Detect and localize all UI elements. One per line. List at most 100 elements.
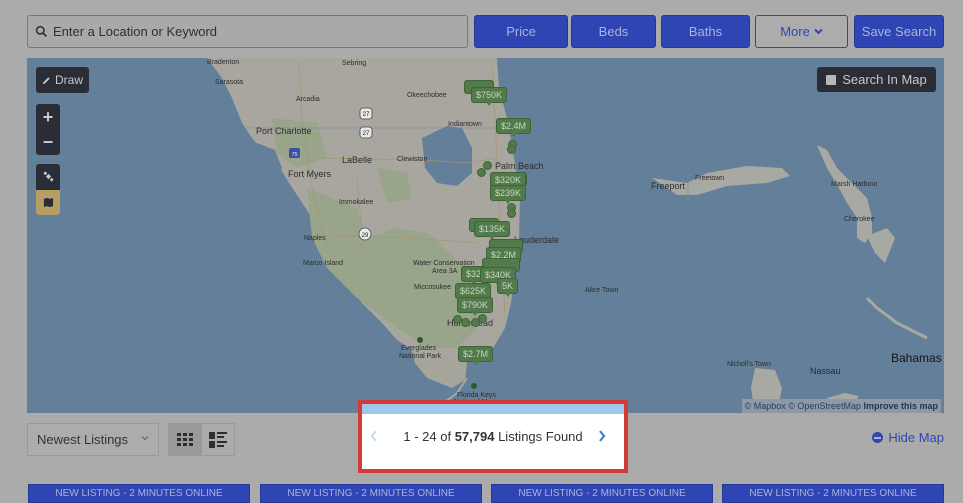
place-label: Bahamas: [891, 351, 942, 365]
search-input[interactable]: [53, 24, 453, 39]
listing-marker[interactable]: [507, 209, 516, 218]
view-toggle: [168, 423, 235, 456]
results-suffix: Listings Found: [498, 429, 583, 444]
price-pin[interactable]: $239K: [490, 185, 527, 204]
place-label: Florida Keys: [457, 392, 496, 399]
place-label: Freetown: [695, 175, 725, 182]
place-label: Area 3A: [432, 268, 458, 275]
place-label: Alice Town: [585, 287, 619, 294]
place-label: Bradenton: [207, 59, 240, 66]
svg-text:75: 75: [291, 152, 297, 158]
more-filters-button[interactable]: More: [755, 15, 848, 48]
hide-map-button[interactable]: Hide Map: [872, 430, 944, 445]
next-page-icon[interactable]: [598, 430, 606, 442]
svg-text:27: 27: [363, 112, 370, 118]
place-label: Freeport: [651, 181, 686, 191]
sort-select[interactable]: Newest Listings: [27, 423, 159, 456]
chevron-down-icon: [814, 28, 823, 35]
route-shield: 27: [359, 126, 373, 139]
listing-marker[interactable]: [477, 168, 486, 177]
draw-label: Draw: [54, 73, 83, 87]
mapbox-link[interactable]: © Mapbox: [745, 401, 786, 411]
place-label: Immokalee: [339, 199, 374, 206]
listing-badge: NEW LISTING - 2 MINUTES ONLINE: [28, 484, 250, 503]
route-shield: 29: [358, 227, 372, 241]
beds-button[interactable]: Beds: [571, 15, 656, 48]
price-pin[interactable]: 5K: [497, 278, 519, 297]
place-label: Miccosukee: [414, 284, 451, 291]
place-label: Arcadia: [296, 96, 320, 103]
place-label: Marco Island: [303, 260, 344, 267]
improve-map-link[interactable]: Improve this map: [863, 401, 938, 411]
pagination: 1 - 24 of 57,794 Listings Found: [358, 400, 628, 473]
price-pin[interactable]: $135K: [474, 221, 511, 240]
list-icon: [208, 431, 227, 448]
place-label: Fort Myers: [288, 169, 332, 179]
park-icon: [417, 337, 423, 343]
listing-badge: NEW LISTING - 2 MINUTES ONLINE: [491, 484, 713, 503]
map-edge-strip: [362, 404, 624, 414]
map-icon: [43, 197, 53, 207]
place-label: National Park: [399, 353, 442, 360]
satellite-icon: [42, 171, 54, 182]
price-button[interactable]: Price: [474, 15, 568, 48]
filter-bar: Price Beds Baths More Save Search: [27, 15, 944, 48]
zoom-controls: + −: [36, 104, 60, 155]
place-label: Marsh Harbour: [831, 181, 878, 188]
place-label: Nassau: [810, 366, 841, 376]
grid-view-button[interactable]: [169, 424, 202, 455]
baths-button[interactable]: Baths: [661, 15, 750, 48]
place-label: Sebring: [342, 60, 367, 67]
layer-controls: [36, 164, 60, 215]
place-label: Naples: [304, 235, 326, 242]
place-label: Port Charlotte: [256, 126, 312, 136]
place-label: Palm Beach: [495, 161, 544, 171]
grid-icon: [177, 432, 194, 446]
listing-badge: NEW LISTING - 2 MINUTES ONLINE: [722, 484, 944, 503]
svg-text:27: 27: [363, 131, 370, 137]
place-label: LaBelle: [342, 155, 373, 165]
abaco: [817, 145, 872, 243]
map-attribution: © Mapbox © OpenStreetMap Improve this ma…: [741, 399, 941, 413]
list-view-button[interactable]: [202, 424, 235, 455]
more-label: More: [780, 24, 810, 39]
draw-button[interactable]: Draw: [36, 67, 89, 93]
map-view[interactable]: 27 27 75 29 Bradenton Sarasota Sebring A…: [27, 58, 944, 413]
price-pin[interactable]: $750K: [471, 87, 508, 106]
search-box[interactable]: [27, 15, 468, 48]
place-label: Okeechobee: [407, 92, 447, 99]
search-icon: [35, 25, 48, 38]
minus-circle-icon: [872, 432, 884, 443]
price-pin[interactable]: $790K: [457, 297, 494, 316]
route-shield: 27: [359, 107, 373, 120]
save-search-button[interactable]: Save Search: [854, 15, 944, 48]
osm-link[interactable]: © OpenStreetMap: [788, 401, 861, 411]
street-layer-button[interactable]: [36, 189, 60, 215]
listing-marker[interactable]: [478, 314, 487, 323]
search-in-map-label: Search In Map: [842, 72, 927, 87]
satellite-layer-button[interactable]: [36, 164, 60, 190]
sort-selected-label: Newest Listings: [37, 432, 129, 447]
eleuthera: [865, 296, 928, 340]
listing-badge: NEW LISTING - 2 MINUTES ONLINE: [260, 484, 482, 503]
place-label: Indiantown: [448, 121, 482, 128]
listing-marker[interactable]: [461, 318, 470, 327]
price-pin[interactable]: $2.4M: [496, 118, 532, 137]
results-count: 1 - 24 of 57,794 Listings Found: [362, 429, 624, 444]
place-label: Sarasota: [215, 79, 244, 86]
place-label: Clewiston: [397, 156, 428, 163]
price-pin[interactable]: $2.7M: [458, 346, 494, 365]
hide-map-label: Hide Map: [888, 430, 944, 445]
zoom-in-button[interactable]: +: [36, 105, 60, 130]
listing-marker[interactable]: [507, 145, 516, 154]
svg-text:29: 29: [362, 233, 369, 239]
park-icon: [471, 383, 477, 389]
interstate-shield: 75: [289, 148, 300, 158]
results-total: 57,794: [454, 429, 495, 444]
zoom-out-button[interactable]: −: [36, 130, 60, 155]
results-range: 1 - 24 of: [403, 429, 452, 444]
checkbox-icon[interactable]: [826, 74, 837, 85]
search-in-map-toggle[interactable]: Search In Map: [817, 67, 936, 92]
place-label: Everglades: [401, 345, 437, 352]
place-label: Cherokee: [844, 216, 875, 223]
